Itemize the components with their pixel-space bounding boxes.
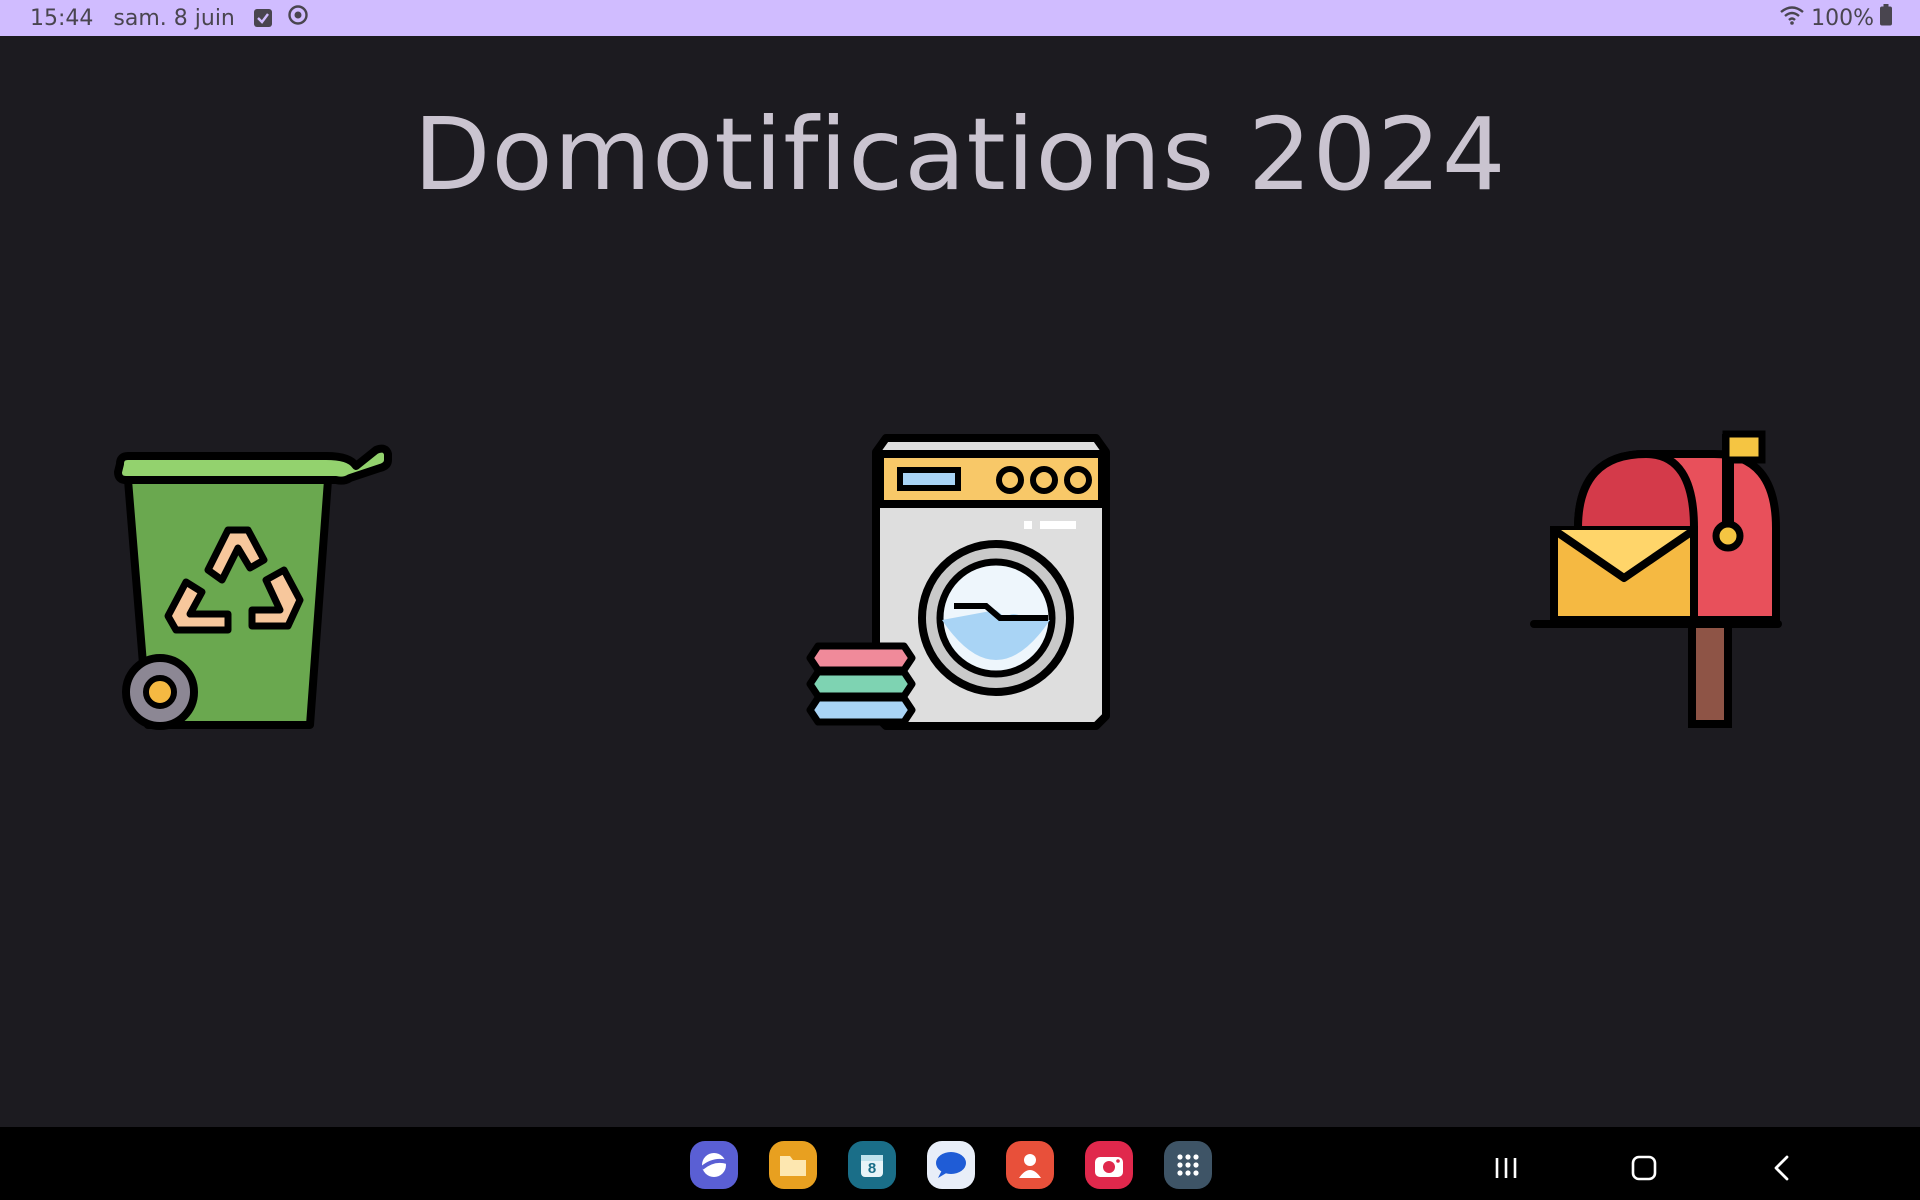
wifi-icon	[1779, 4, 1805, 32]
status-bar: 15:44 sam. 8 juin 100%	[0, 0, 1920, 36]
recycle-bin-icon	[114, 444, 392, 730]
app-dock: 8	[690, 1141, 1212, 1189]
status-bar-left: 15:44 sam. 8 juin	[30, 0, 309, 36]
app-drawer-button[interactable]	[1164, 1141, 1212, 1189]
internet-app-button[interactable]	[690, 1141, 738, 1189]
washing-machine-icon	[806, 434, 1110, 730]
battery-level: 100%	[1811, 5, 1874, 31]
recents-icon	[1495, 1158, 1517, 1178]
tile-washing-machine[interactable]	[800, 420, 1120, 740]
internet-icon	[700, 1153, 728, 1177]
contacts-app-button[interactable]	[1006, 1141, 1054, 1189]
page-title: Domotifications 2024	[413, 96, 1507, 213]
camera-app-button[interactable]	[1085, 1141, 1133, 1189]
files-app-button[interactable]	[769, 1141, 817, 1189]
messages-app-button[interactable]	[927, 1141, 975, 1189]
mailbox-icon	[1530, 430, 1782, 728]
clock: 15:44	[30, 5, 94, 31]
home-button[interactable]	[1624, 1148, 1664, 1188]
calendar-app-button[interactable]: 8	[848, 1141, 896, 1189]
recents-button[interactable]	[1486, 1148, 1526, 1188]
calendar-day: 8	[867, 1159, 877, 1177]
back-icon	[1774, 1155, 1789, 1181]
date: sam. 8 juin	[113, 5, 235, 31]
checkbox-icon	[253, 8, 273, 28]
back-button[interactable]	[1762, 1148, 1802, 1188]
battery-icon	[1880, 4, 1892, 32]
home-icon	[1631, 1155, 1657, 1181]
tile-mailbox[interactable]	[1506, 420, 1826, 740]
messages-icon	[936, 1152, 966, 1178]
app-drawer-icon	[1177, 1154, 1199, 1176]
contacts-icon	[1019, 1154, 1041, 1178]
tile-recycling-bin[interactable]	[88, 420, 408, 740]
sync-icon	[287, 4, 309, 32]
camera-icon	[1095, 1157, 1123, 1177]
files-icon	[780, 1156, 806, 1176]
status-bar-right: 100%	[1779, 0, 1892, 36]
